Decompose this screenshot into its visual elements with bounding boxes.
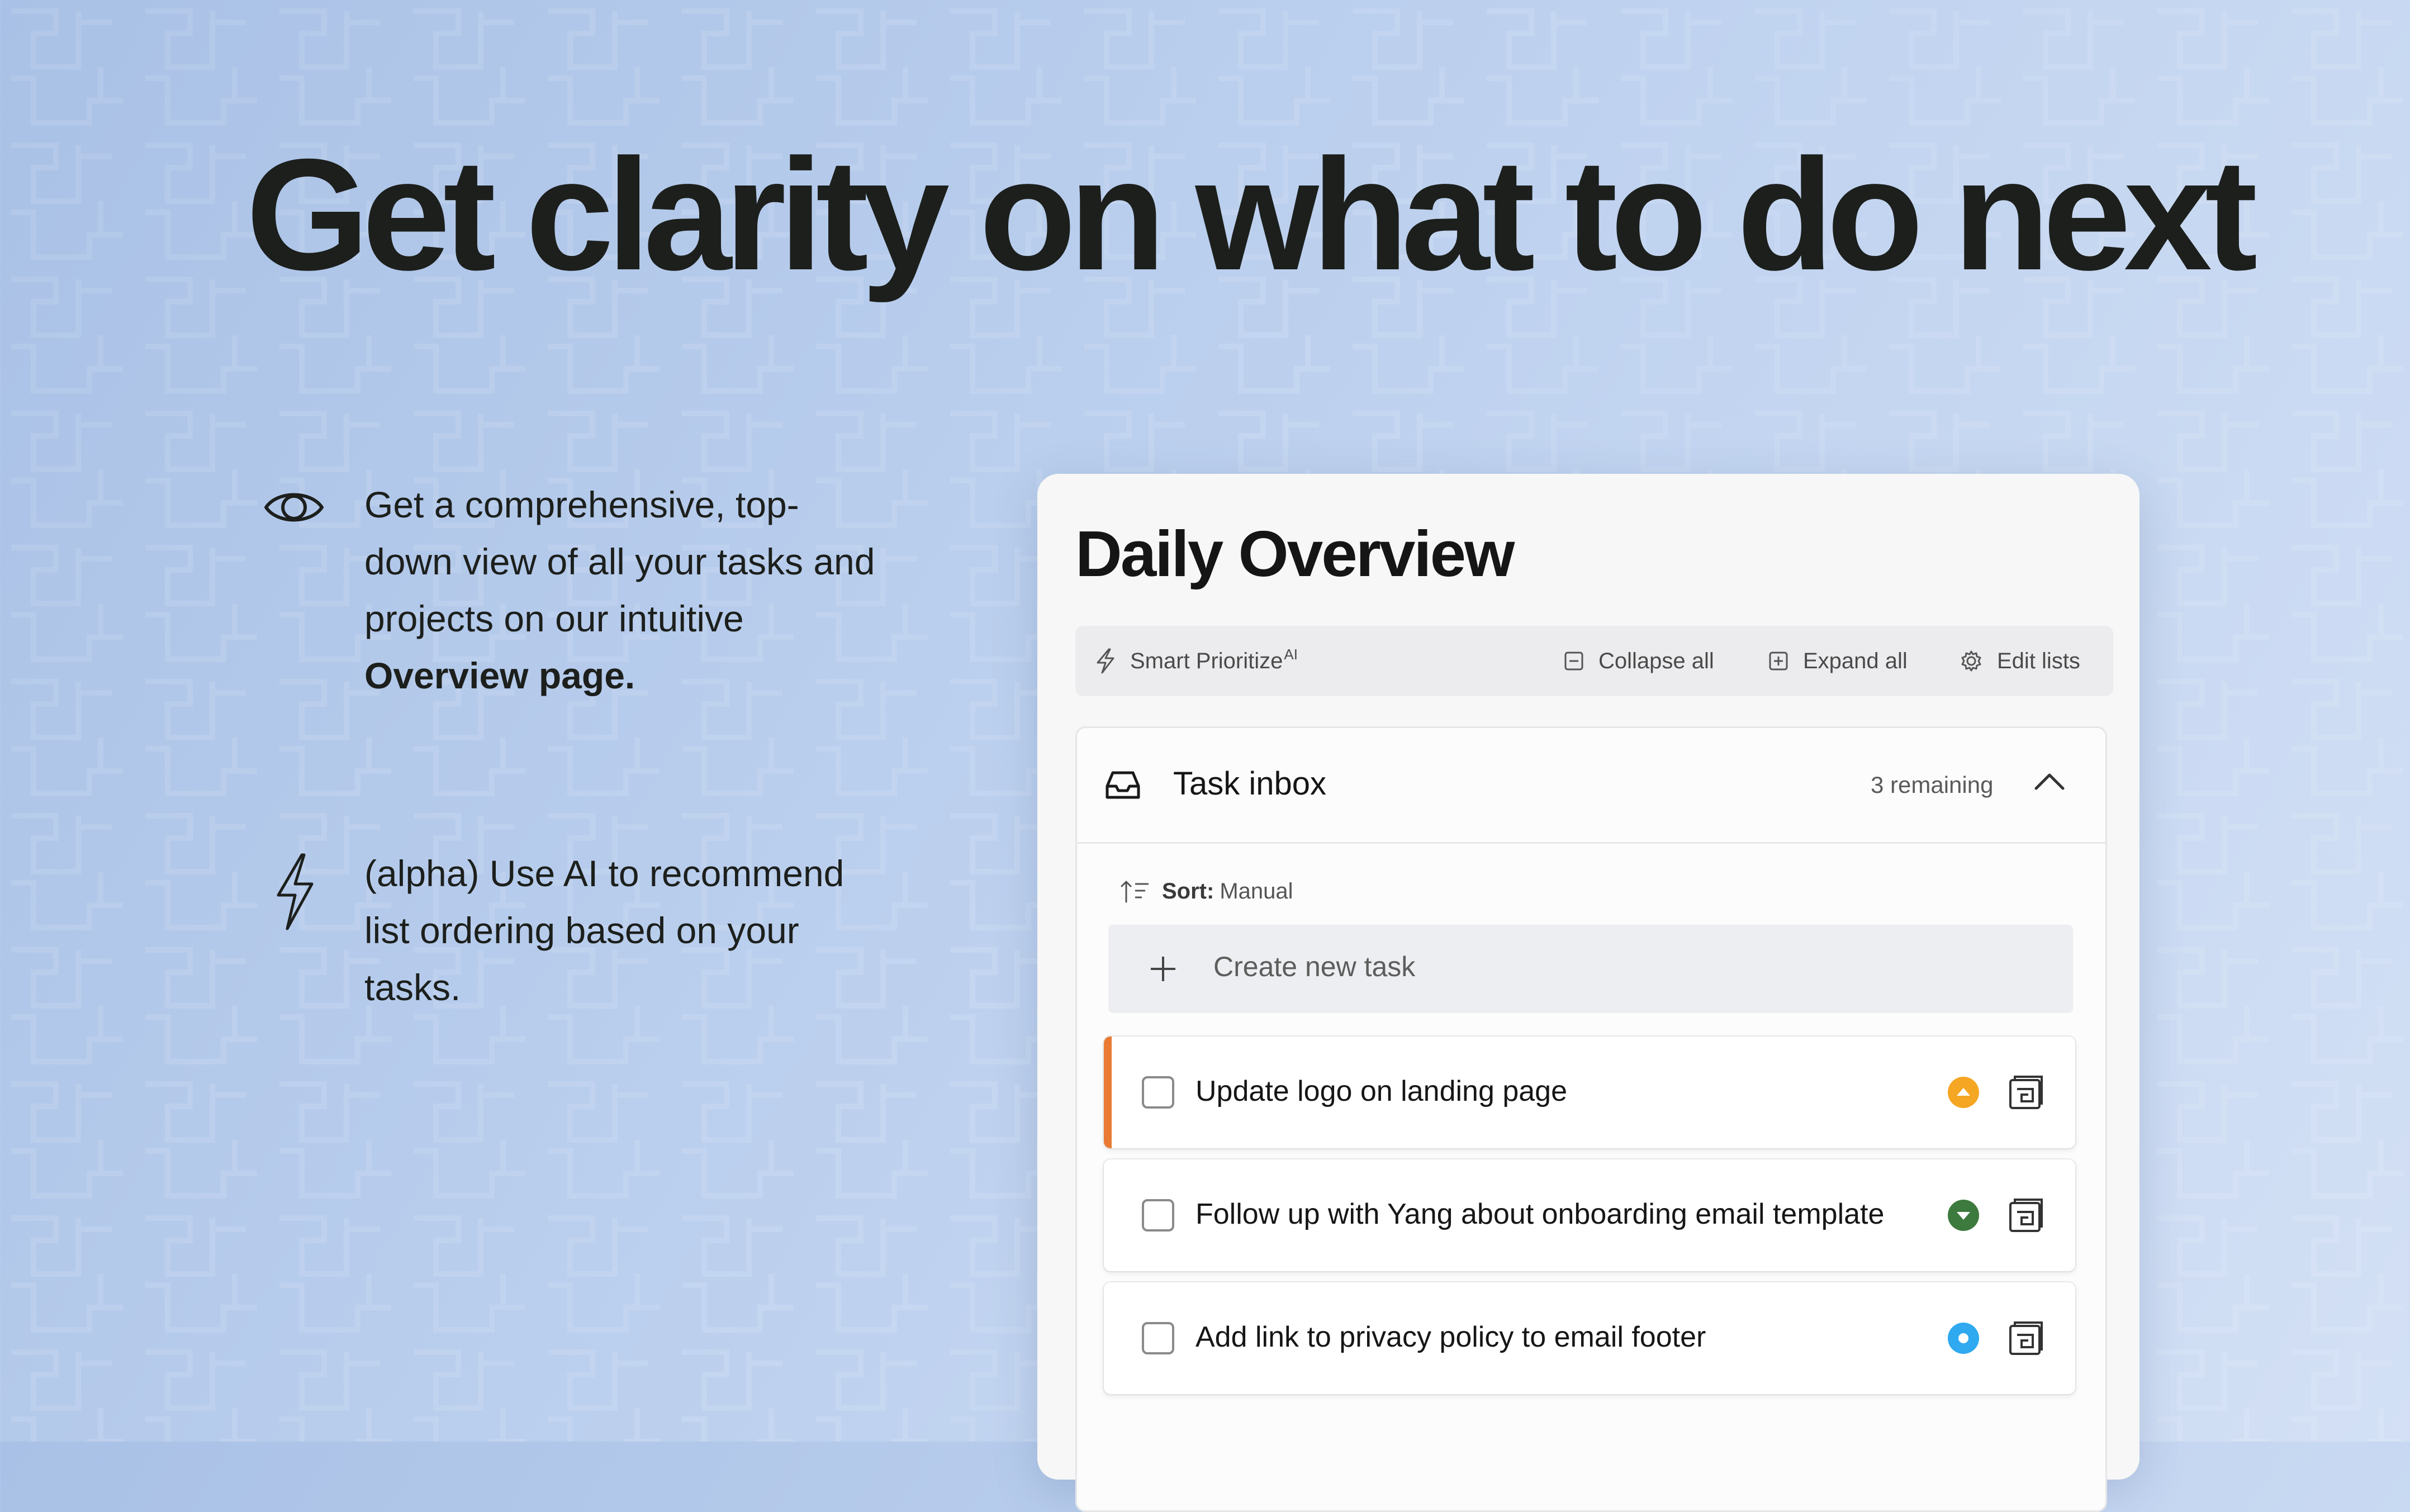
expand-all-button[interactable]: Expand all xyxy=(1768,626,1908,696)
feature-overview-text: Get a comprehensive, top-down view of al… xyxy=(364,476,879,704)
chevron-up-icon[interactable] xyxy=(2033,771,2066,793)
priority-low-icon[interactable] xyxy=(1948,1200,1979,1231)
priority-high-icon[interactable] xyxy=(1948,1077,1979,1108)
gear-icon xyxy=(1961,650,1981,672)
edit-lists-label: Edit lists xyxy=(1997,648,2080,673)
lightning-icon xyxy=(277,853,314,930)
feature-overview: Get a comprehensive, top-down view of al… xyxy=(263,476,875,711)
smart-prioritize-label: Smart Prioritize xyxy=(1130,648,1283,673)
inbox-icon xyxy=(1106,771,1140,799)
task-details-icon[interactable] xyxy=(2008,1074,2044,1110)
remaining-count: 3 remaining xyxy=(1871,772,1994,798)
hero-headline: Get clarity on what to do next xyxy=(246,126,2257,303)
task-checkbox[interactable] xyxy=(1142,1199,1174,1232)
task-item[interactable]: Update logo on landing page xyxy=(1104,1036,2075,1148)
task-details-icon[interactable] xyxy=(2008,1320,2044,1356)
smart-prioritize-button[interactable]: Smart Prioritize AI xyxy=(1095,626,1298,696)
task-checkbox[interactable] xyxy=(1142,1076,1174,1109)
task-accent-bar xyxy=(1104,1036,1112,1148)
edit-lists-button[interactable]: Edit lists xyxy=(1960,626,2080,696)
sort-icon xyxy=(1121,881,1149,903)
feature-ai-ordering-text: (alpha) Use AI to recommend list orderin… xyxy=(364,853,845,1008)
lightning-icon xyxy=(1097,648,1114,674)
expand-icon xyxy=(1769,652,1788,671)
task-checkbox[interactable] xyxy=(1142,1322,1174,1354)
priority-medium-icon[interactable] xyxy=(1948,1323,1979,1354)
expand-all-label: Expand all xyxy=(1803,648,1908,673)
create-new-task-label: Create new task xyxy=(1213,951,1416,982)
task-inbox-title: Task inbox xyxy=(1173,765,1327,802)
task-title: Add link to privacy policy to email foot… xyxy=(1195,1321,1706,1353)
task-title: Update logo on landing page xyxy=(1195,1075,1568,1107)
create-new-task-button[interactable]: Create new task xyxy=(1108,925,2073,1013)
task-inbox-panel: Task inbox 3 remaining Sort: Manual Crea… xyxy=(1075,726,2107,1512)
feature-overview-text-bold: Overview page. xyxy=(364,655,635,696)
task-title: Follow up with Yang about onboarding ema… xyxy=(1195,1198,1885,1230)
task-item[interactable]: Add link to privacy policy to email foot… xyxy=(1104,1282,2075,1394)
plus-icon xyxy=(1151,957,1175,981)
collapse-icon xyxy=(1564,652,1583,671)
collapse-all-label: Collapse all xyxy=(1598,648,1714,673)
task-details-icon[interactable] xyxy=(2008,1197,2044,1233)
task-item[interactable]: Follow up with Yang about onboarding ema… xyxy=(1104,1159,2075,1271)
eye-icon xyxy=(264,493,324,522)
ai-badge: AI xyxy=(1284,645,1298,663)
overview-toolbar: Smart Prioritize AI Collapse all Expand a… xyxy=(1075,626,2113,696)
sort-control[interactable]: Sort: Manual xyxy=(1121,874,1293,908)
task-inbox-header[interactable]: Task inbox 3 remaining xyxy=(1077,728,2105,844)
feature-ai-ordering: (alpha) Use AI to recommend list orderin… xyxy=(263,845,850,1029)
feature-overview-text-body: Get a comprehensive, top-down view of al… xyxy=(364,484,875,639)
daily-overview-title: Daily Overview xyxy=(1075,517,1515,590)
sort-label: Sort: xyxy=(1162,878,1215,904)
collapse-all-button[interactable]: Collapse all xyxy=(1564,626,1714,696)
daily-overview-card: Daily Overview Smart Prioritize AI Collap… xyxy=(1037,474,2139,1512)
sort-value: Manual xyxy=(1220,878,1293,904)
